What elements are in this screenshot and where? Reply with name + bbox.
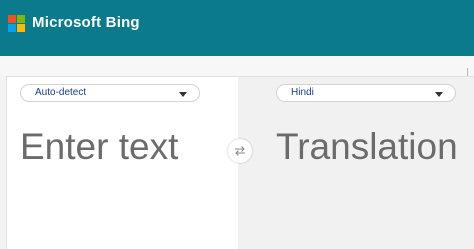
source-language-select[interactable]: Auto-detect xyxy=(20,84,200,102)
translation-output: Translation xyxy=(276,126,458,167)
target-language-select[interactable]: Hindi xyxy=(276,84,456,102)
microsoft-logo-icon[interactable] xyxy=(8,15,25,32)
header-divider xyxy=(0,56,474,76)
target-language-label: Hindi xyxy=(291,87,314,98)
top-header: Microsoft Bing xyxy=(0,0,474,56)
chevron-down-icon xyxy=(435,92,443,97)
chevron-down-icon xyxy=(179,92,187,97)
source-language-label: Auto-detect xyxy=(35,87,87,98)
scroll-edge-marker xyxy=(467,68,474,76)
brand-label[interactable]: Microsoft Bing xyxy=(32,14,140,31)
source-text-input[interactable]: Enter text xyxy=(20,126,178,168)
swap-arrows-icon xyxy=(235,146,245,156)
swap-languages-button[interactable] xyxy=(228,139,252,163)
